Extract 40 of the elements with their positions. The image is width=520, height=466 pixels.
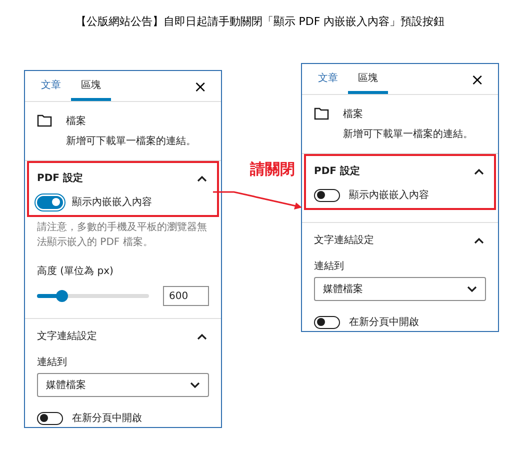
toggle-switch[interactable] [314,316,340,328]
help-text: 請注意，多數的手機及平板的瀏覽器無法顯示嵌入的 PDF 檔案。 [36,220,208,250]
block-title: 檔案 [66,114,87,128]
section-title: 文字連結設定 [37,330,97,343]
section-title: PDF 設定 [37,171,83,185]
chevron-up-icon[interactable] [197,332,207,340]
section-title: 文字連結設定 [314,234,374,247]
announcement-title: 【公版網站公告】自即日起請手動關閉「顯示 PDF 內嵌嵌入內容」預設按鈕 [74,14,446,30]
block-description: 新增可下載單一檔案的連結。 [343,128,473,141]
link-select[interactable]: 媒體檔案 [314,277,486,301]
toggle-label: 在新分頁中開啟 [349,316,419,329]
toggle-label: 在新分頁中開啟 [72,412,142,425]
chevron-up-icon[interactable] [474,236,484,244]
field-label: 高度 (單位為 px) [36,264,114,279]
toggle-label: 顯示內嵌嵌入內容 [349,188,429,202]
tab[interactable]: 區塊 [71,71,111,101]
toggle-label: 顯示內嵌嵌入內容 [72,196,152,209]
toggle-switch[interactable] [314,188,340,202]
folder-icon [314,107,329,120]
section-title: PDF 設定 [314,164,360,178]
annotation-label: 請關閉 [250,160,295,179]
block-description: 新增可下載單一檔案的連結。 [66,134,196,148]
close-button[interactable]: × [180,71,221,101]
chevron-up-icon[interactable] [474,168,484,174]
chevron-up-icon[interactable] [197,174,207,182]
toggle-switch[interactable] [37,196,63,208]
link-select[interactable]: 媒體檔案 [37,373,209,397]
field-label: 連結到 [37,356,68,369]
tab[interactable]: 區塊 [348,64,388,94]
number-field[interactable]: 600 [163,286,209,306]
slider-thumb[interactable] [56,290,68,302]
chevron-down-icon[interactable] [190,382,200,388]
toggle-switch[interactable] [37,412,63,424]
field-label: 連結到 [314,260,345,273]
folder-icon [37,114,52,127]
block-title: 檔案 [343,108,364,121]
tab[interactable]: 文章 [308,64,348,94]
chevron-down-icon[interactable] [467,286,477,292]
close-button[interactable]: × [456,64,498,94]
tab[interactable]: 文章 [31,71,71,101]
